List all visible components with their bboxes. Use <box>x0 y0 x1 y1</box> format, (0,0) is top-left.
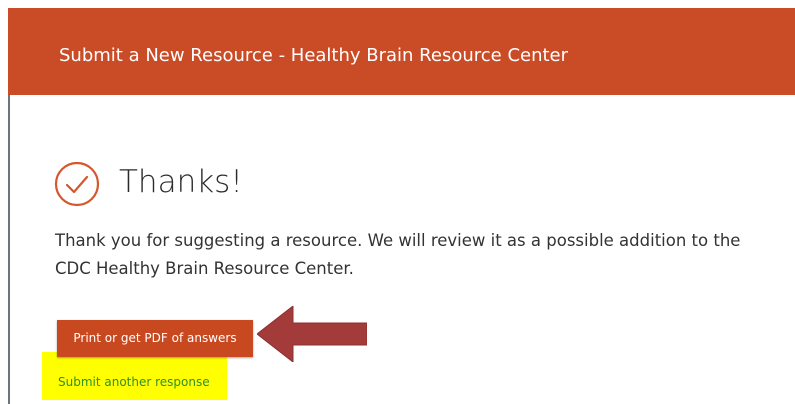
print-pdf-button[interactable]: Print or get PDF of answers <box>57 320 253 357</box>
submit-another-response-link[interactable]: Submit another response <box>58 374 210 390</box>
form-header: Submit a New Resource - Healthy Brain Re… <box>8 8 795 95</box>
top-margin <box>0 0 795 8</box>
check-circle-icon <box>54 161 100 207</box>
confirmation-message: Thank you for suggesting a resource. We … <box>55 231 741 278</box>
thanks-heading: Thanks! <box>119 164 243 200</box>
form-title: Submit a New Resource - Healthy Brain Re… <box>59 45 569 66</box>
left-arrow-icon <box>257 306 367 362</box>
page: Submit a New Resource - Healthy Brain Re… <box>0 0 795 404</box>
